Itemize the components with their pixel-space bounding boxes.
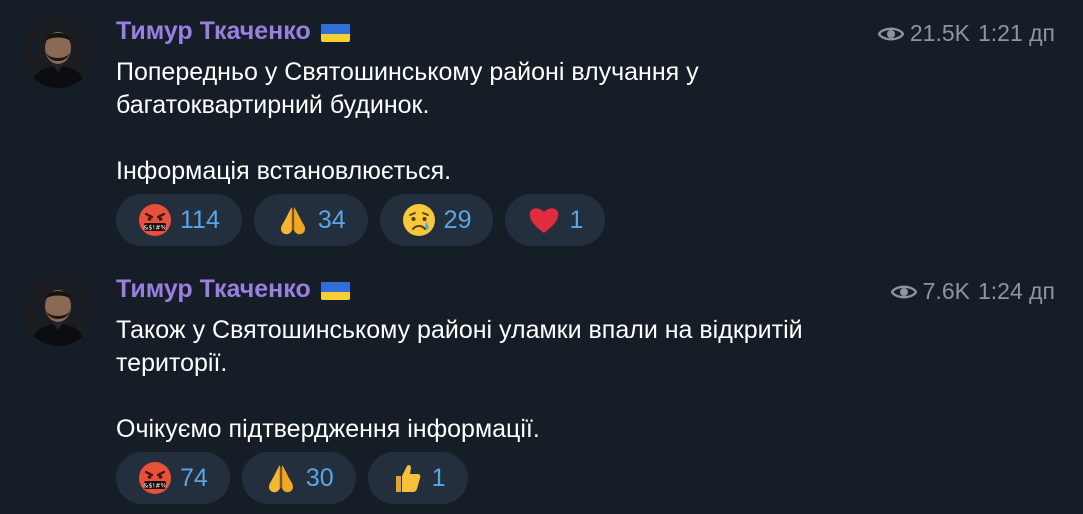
reaction-count: 1 (569, 205, 584, 234)
praying-hands-icon (276, 203, 310, 237)
sender-name-text: Тимур Ткаченко (116, 17, 311, 45)
reaction-angry[interactable]: 114 (116, 194, 242, 246)
message-text: Також у Святошинському районі уламки впа… (116, 314, 896, 446)
view-count: 7.6K (922, 278, 970, 304)
angry-face-icon (138, 461, 172, 495)
eye-icon (891, 283, 917, 301)
angry-face-icon (138, 203, 172, 237)
red-heart-icon (527, 203, 561, 237)
reaction-cry[interactable]: 29 (379, 194, 494, 246)
message-paragraph: Також у Святошинському районі уламки впа… (116, 316, 803, 377)
message-paragraph: Попередньо у Святошинському районі влуча… (116, 58, 699, 119)
message-paragraph: Інформація встановлюється. (116, 157, 452, 185)
ukraine-flag-icon (321, 280, 350, 300)
reaction-angry[interactable]: 74 (116, 452, 230, 504)
message-meta: 7.6K 1:24 дп (891, 278, 1055, 305)
ukraine-flag-icon (321, 22, 350, 42)
reaction-pray[interactable]: 34 (253, 194, 368, 246)
view-count: 21.5K (909, 20, 970, 46)
reaction-count: 29 (443, 205, 472, 234)
reactions-bar: 114 34 29 1 (116, 194, 606, 246)
reaction-heart[interactable]: 1 (505, 194, 606, 246)
thumbs-up-icon (390, 461, 424, 495)
praying-hands-icon (264, 461, 298, 495)
message-paragraph: Очікуємо підтвердження інформації. (116, 415, 540, 443)
sender-name[interactable]: Тимур Ткаченко (116, 17, 350, 46)
avatar[interactable] (22, 274, 94, 346)
message-time: 1:21 дп (977, 20, 1055, 46)
reaction-count: 34 (317, 205, 346, 234)
avatar[interactable] (22, 16, 94, 88)
eye-icon (878, 25, 904, 43)
reaction-count: 1 (431, 463, 446, 492)
reaction-count: 74 (180, 463, 208, 492)
crying-face-icon (402, 203, 436, 237)
message-text: Попередньо у Святошинському районі влуча… (116, 56, 896, 188)
reaction-count: 30 (305, 463, 334, 492)
sender-name[interactable]: Тимур Ткаченко (116, 275, 350, 304)
sender-name-text: Тимур Ткаченко (116, 275, 311, 303)
reactions-bar: 74 30 1 (116, 452, 468, 504)
message-meta: 21.5K 1:21 дп (878, 20, 1055, 47)
reaction-count: 114 (180, 205, 220, 234)
reaction-thumbs-up[interactable]: 1 (367, 452, 468, 504)
reaction-pray[interactable]: 30 (241, 452, 356, 504)
message-time: 1:24 дп (977, 278, 1055, 304)
